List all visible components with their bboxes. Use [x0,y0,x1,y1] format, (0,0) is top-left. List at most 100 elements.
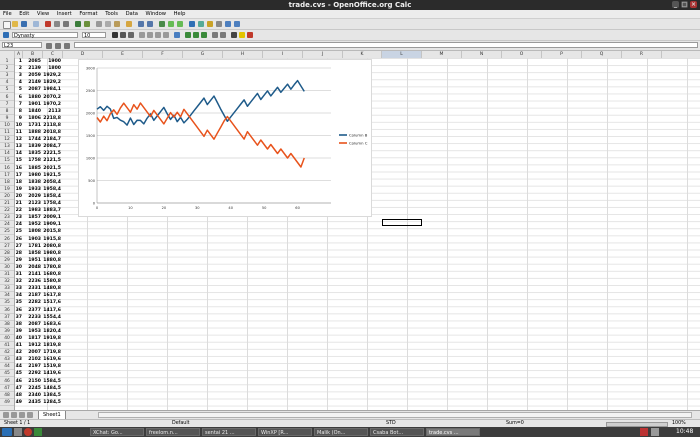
cell-a[interactable]: 12 [15,136,22,143]
cell-a[interactable]: 16 [15,165,22,172]
task-sentai[interactable]: sentai 21 ... [202,428,256,436]
autospell-icon[interactable] [84,21,90,27]
cell-c[interactable]: 1683,6 [43,321,61,328]
cell-c[interactable]: 1284,5 [43,399,61,406]
cell-a[interactable]: 5 [15,86,22,93]
column-header-q[interactable]: Q [582,51,622,58]
justify-icon[interactable] [163,32,169,38]
selected-cell-l23[interactable] [382,219,422,226]
cell-b[interactable]: 2245 [23,385,41,392]
cell-b[interactable]: 1857 [23,214,41,221]
align-right-icon[interactable] [155,32,161,38]
cell-c[interactable]: 2121,5 [43,157,61,164]
cell-b[interactable]: 1933 [23,186,41,193]
font-size-box[interactable]: 10 [82,32,106,39]
italic-icon[interactable] [120,32,126,38]
close-button[interactable]: × [690,1,697,8]
align-left-icon[interactable] [139,32,145,38]
cell-b[interactable]: 2139 [23,65,41,72]
cell-b[interactable]: 2059 [23,72,41,79]
cell-c[interactable]: 2015,8 [43,228,61,235]
status-zoom[interactable]: 100% [672,421,686,426]
cell-c[interactable]: 1584,5 [43,378,61,385]
menu-window[interactable]: Window [143,10,169,18]
status-selection-mode[interactable]: STD [386,421,396,426]
cell-c[interactable]: 1780,8 [43,264,61,271]
previous-sheet-icon[interactable] [11,412,17,418]
cell-b[interactable]: 2340 [23,392,41,399]
cell-b[interactable]: 2141 [23,271,41,278]
cell-c[interactable]: 1758,4 [43,200,61,207]
new-icon[interactable] [3,21,11,29]
currency-icon[interactable] [185,32,191,38]
cell-a[interactable]: 30 [15,264,22,271]
menu-edit[interactable]: Edit [16,10,32,18]
cell-a[interactable]: 9 [15,115,22,122]
cell-b[interactable]: 1835 [23,150,41,157]
column-header-e[interactable]: E [103,51,143,58]
cell-b[interactable]: 1952 [23,221,41,228]
task-malik[interactable]: Malik (On... [314,428,368,436]
cell-b[interactable]: 1885 [23,165,41,172]
underline-icon[interactable] [128,32,134,38]
cell-a[interactable]: 19 [15,186,22,193]
cell-b[interactable]: 2435 [23,399,41,406]
menu-view[interactable]: View [34,10,52,18]
cell-a[interactable]: 46 [15,378,22,385]
cell-c[interactable]: 1517,6 [43,299,61,306]
cell-b[interactable]: 1817 [23,335,41,342]
cell-a[interactable]: 17 [15,172,22,179]
navigator-icon[interactable] [198,21,204,27]
cell-a[interactable]: 26 [15,236,22,243]
cell-b[interactable]: 1838 [23,179,41,186]
column-header-n[interactable]: N [462,51,502,58]
print-preview-icon[interactable] [63,21,69,27]
cell-c[interactable]: 1970,2 [43,101,61,108]
cell-b[interactable]: 2087 [23,321,41,328]
cell-a[interactable]: 25 [15,228,22,235]
cell-a[interactable]: 18 [15,179,22,186]
column-header-g[interactable]: G [183,51,223,58]
cell-c[interactable]: 1958,4 [43,186,61,193]
chart-object[interactable]: 3000 2500 2000 1500 1000 500 0 0 10 20 30 40 50 60 Col… [78,59,372,217]
cell-b[interactable]: 1903 [23,236,41,243]
cell-c[interactable]: 2084,7 [43,143,61,150]
cell-b[interactable]: 1980 [23,172,41,179]
first-sheet-icon[interactable] [3,412,9,418]
cell-c[interactable]: 1980,8 [43,250,61,257]
cell-c[interactable]: 2218,8 [43,115,61,122]
task-xchat[interactable]: XChat: Go... [90,428,144,436]
cell-b[interactable]: 1806 [23,115,41,122]
cell-b[interactable]: 1744 [23,136,41,143]
cell-b[interactable]: 1808 [23,228,41,235]
cell-a[interactable]: 36 [15,307,22,314]
cell-b[interactable]: 1731 [23,122,41,129]
cell-b[interactable]: 2377 [23,307,41,314]
cell-a[interactable]: 47 [15,385,22,392]
help-icon[interactable] [234,21,240,27]
export-pdf-icon[interactable] [45,21,51,27]
cell-c[interactable]: 2018,8 [43,129,61,136]
borders-icon[interactable] [231,32,237,38]
cell-a[interactable]: 49 [15,399,22,406]
cell-c[interactable]: 1800 [43,65,61,72]
function-wizard-icon[interactable] [46,43,52,49]
cell-b[interactable]: 2007 [23,349,41,356]
column-header-b[interactable]: B [23,51,43,58]
gallery-icon[interactable] [207,21,213,27]
spellcheck-icon[interactable] [75,21,81,27]
task-freelom[interactable]: freelom.n... [146,428,200,436]
cell-c[interactable]: 1619,6 [43,356,61,363]
column-header-a[interactable]: A [15,51,23,58]
percent-icon[interactable] [193,32,199,38]
cell-c[interactable]: 1883,7 [43,207,61,214]
cell-a[interactable]: 2 [15,65,22,72]
cell-a[interactable]: 29 [15,257,22,264]
cell-b[interactable]: 1901 [23,101,41,108]
cell-c[interactable]: 2021,5 [43,165,61,172]
cell-b[interactable]: 2236 [23,278,41,285]
cell-c[interactable]: 2058,4 [43,179,61,186]
cell-c[interactable]: 1915,8 [43,236,61,243]
cell-a[interactable]: 44 [15,363,22,370]
cell-c[interactable]: 1829,2 [43,79,61,86]
